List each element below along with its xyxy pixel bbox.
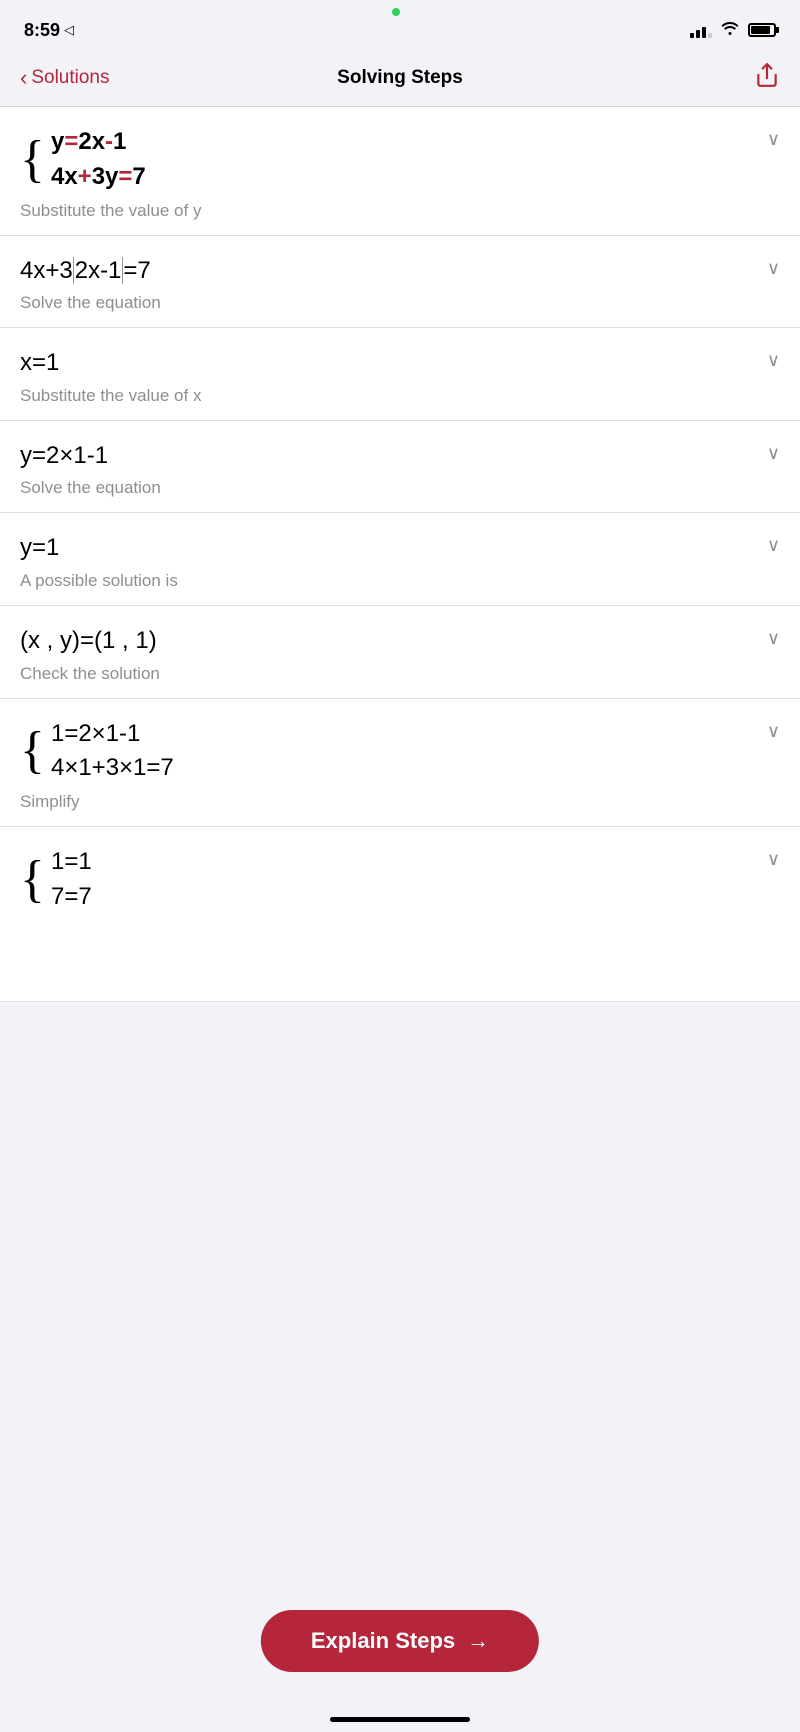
- step-5-description: A possible solution is: [20, 571, 780, 591]
- step-6-description: Check the solution: [20, 664, 780, 684]
- step-5-row[interactable]: y=1 A possible solution is ∨: [0, 513, 800, 606]
- step-2-description: Solve the equation: [20, 293, 780, 313]
- step-3-equation: x=1: [20, 346, 780, 380]
- back-chevron-icon: ‹: [20, 65, 27, 91]
- step-1-system-lines: y=2x-1 4x+3y=7: [51, 125, 146, 195]
- green-dot: [392, 8, 400, 16]
- nav-bar: ‹ Solutions Solving Steps: [0, 54, 800, 107]
- step-6-row[interactable]: (x , y)=(1 , 1) Check the solution ∨: [0, 606, 800, 699]
- step-7-row[interactable]: { 1=2×1-1 4×1+3×1=7 Simplify ∨: [0, 699, 800, 828]
- chevron-down-icon: ∨: [767, 443, 780, 464]
- step-7-system-lines: 1=2×1-1 4×1+3×1=7: [51, 717, 174, 787]
- step-7-equation: { 1=2×1-1 4×1+3×1=7: [20, 717, 780, 787]
- explain-steps-label: Explain Steps: [311, 1628, 455, 1654]
- chevron-down-icon: ∨: [767, 129, 780, 150]
- step-8-line-1: 1=1: [51, 845, 92, 880]
- wifi-icon: [720, 20, 740, 41]
- step-3-description: Substitute the value of x: [20, 386, 780, 406]
- signal-bar-3: [702, 27, 706, 38]
- signal-bar-1: [690, 33, 694, 38]
- page-title: Solving Steps: [337, 67, 463, 88]
- step-4-description: Solve the equation: [20, 478, 780, 498]
- chevron-down-icon: ∨: [767, 849, 780, 870]
- step-6-equation: (x , y)=(1 , 1): [20, 624, 780, 658]
- step-1-row[interactable]: { y=2x-1 4x+3y=7 Substitute the value of…: [0, 107, 800, 236]
- step-7-line-2: 4×1+3×1=7: [51, 751, 174, 786]
- brace-icon: {: [20, 134, 45, 186]
- step-1-equation: { y=2x-1 4x+3y=7: [20, 125, 780, 195]
- step-8-system-lines: 1=1 7=7: [51, 845, 92, 915]
- brace-icon: {: [20, 725, 45, 777]
- step-1-line-2: 4x+3y=7: [51, 160, 146, 195]
- back-button[interactable]: ‹ Solutions: [20, 65, 110, 91]
- chevron-down-icon: ∨: [767, 350, 780, 371]
- step-1-description: Substitute the value of y: [20, 201, 780, 221]
- step-8-equation: { 1=1 7=7: [20, 845, 780, 915]
- battery-icon: [748, 23, 776, 37]
- step-7-line-1: 1=2×1-1: [51, 717, 174, 752]
- step-4-row[interactable]: y=2×1-1 Solve the equation ∨: [0, 421, 800, 514]
- share-button[interactable]: [754, 62, 780, 94]
- step-3-row[interactable]: x=1 Substitute the value of x ∨: [0, 328, 800, 421]
- step-7-description: Simplify: [20, 792, 780, 812]
- signal-bar-4: [708, 33, 712, 38]
- step-2-equation: 4x+32x-1=7: [20, 254, 780, 288]
- step-8-line-2: 7=7: [51, 880, 92, 915]
- status-time: 8:59: [24, 20, 60, 41]
- signal-bars-icon: [690, 22, 712, 38]
- battery-fill: [751, 26, 770, 34]
- chevron-down-icon: ∨: [767, 258, 780, 279]
- step-8-row[interactable]: { 1=1 7=7 ∨: [0, 827, 800, 1002]
- status-icons: [690, 20, 776, 41]
- step-5-equation: y=1: [20, 531, 780, 565]
- steps-content: { y=2x-1 4x+3y=7 Substitute the value of…: [0, 107, 800, 1002]
- arrow-icon: →: [467, 1628, 489, 1654]
- status-bar: 8:59 ◁: [0, 0, 800, 54]
- signal-bar-2: [696, 30, 700, 38]
- step-2-row[interactable]: 4x+32x-1=7 Solve the equation ∨: [0, 236, 800, 329]
- step-4-equation: y=2×1-1: [20, 439, 780, 473]
- step-1-line-1: y=2x-1: [51, 125, 146, 160]
- explain-steps-button[interactable]: Explain Steps →: [261, 1610, 539, 1672]
- brace-icon: {: [20, 854, 45, 906]
- explain-steps-button-container: Explain Steps →: [261, 1610, 539, 1672]
- back-label: Solutions: [31, 67, 109, 89]
- home-indicator: [330, 1717, 470, 1722]
- chevron-down-icon: ∨: [767, 535, 780, 556]
- chevron-down-icon: ∨: [767, 721, 780, 742]
- location-icon: ◁: [64, 22, 74, 38]
- chevron-down-icon: ∨: [767, 628, 780, 649]
